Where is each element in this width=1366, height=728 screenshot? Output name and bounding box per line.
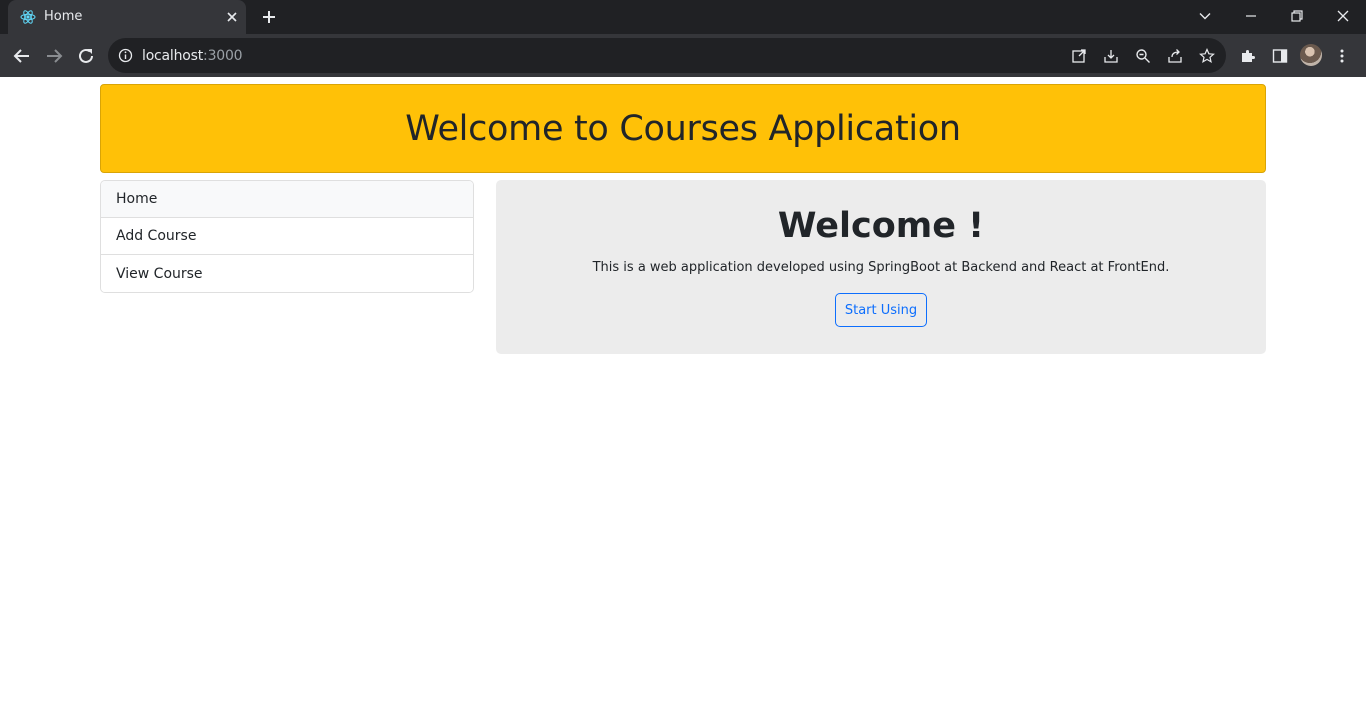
browser-menu-button[interactable] (1330, 44, 1354, 68)
sidebar-menu: Home Add Course View Course (100, 180, 474, 293)
address-bar[interactable]: localhost:3000 (108, 38, 1226, 73)
close-icon[interactable] (224, 9, 240, 25)
close-icon (1337, 10, 1349, 22)
url-host: localhost (142, 48, 204, 64)
puzzle-icon (1242, 50, 1255, 62)
minimize-icon (1246, 15, 1256, 17)
extensions-button[interactable] (1236, 44, 1260, 68)
tab-search-button[interactable] (1182, 0, 1228, 32)
share-button[interactable] (1165, 46, 1185, 66)
forward-button[interactable] (42, 44, 66, 68)
bookmark-button[interactable] (1197, 46, 1217, 66)
sidebar-item-add-course[interactable]: Add Course (101, 218, 473, 255)
zoom-button[interactable] (1133, 46, 1153, 66)
reload-icon (79, 48, 93, 63)
restore-button[interactable] (1274, 0, 1320, 32)
minimize-button[interactable] (1228, 0, 1274, 32)
sidebar-item-view-course[interactable]: View Course (101, 255, 473, 292)
close-window-button[interactable] (1320, 0, 1366, 32)
url-port: :3000 (203, 48, 243, 64)
page-content: Welcome to Courses Application Home Add … (0, 77, 1366, 728)
browser-tab[interactable]: Home (8, 0, 246, 34)
restore-icon (1291, 10, 1303, 22)
arrow-right-icon (47, 49, 63, 63)
side-panel-button[interactable] (1268, 44, 1292, 68)
external-link-icon (1072, 49, 1086, 63)
url-text[interactable]: localhost:3000 (142, 48, 243, 64)
kebab-menu-icon (1340, 49, 1344, 63)
install-icon (1104, 50, 1118, 63)
arrow-left-icon (13, 49, 29, 63)
welcome-description: This is a web application developed usin… (592, 260, 1170, 275)
tab-title: Home (44, 9, 83, 24)
reload-button[interactable] (74, 44, 98, 68)
plus-icon[interactable] (260, 8, 278, 26)
header-banner: Welcome to Courses Application (100, 84, 1266, 173)
side-panel-icon (1272, 49, 1288, 63)
welcome-panel: Welcome ! This is a web application deve… (496, 180, 1266, 354)
browser-toolbar: localhost:3000 (0, 34, 1366, 77)
page-title: Welcome to Courses Application (405, 108, 961, 149)
share-icon (1168, 49, 1182, 63)
chevron-down-icon (1199, 13, 1211, 20)
sidebar-item-home[interactable]: Home (101, 181, 473, 218)
install-button[interactable] (1101, 46, 1121, 66)
info-icon[interactable] (118, 48, 133, 63)
star-icon (1199, 48, 1215, 64)
zoom-out-icon (1136, 49, 1150, 63)
avatar[interactable] (1300, 44, 1322, 66)
start-using-button[interactable]: Start Using (835, 293, 927, 327)
back-button[interactable] (10, 44, 34, 68)
welcome-heading: Welcome ! (777, 206, 985, 246)
open-in-app-button[interactable] (1069, 46, 1089, 66)
browser-tab-bar: Home (0, 0, 1366, 34)
react-icon (20, 10, 36, 24)
